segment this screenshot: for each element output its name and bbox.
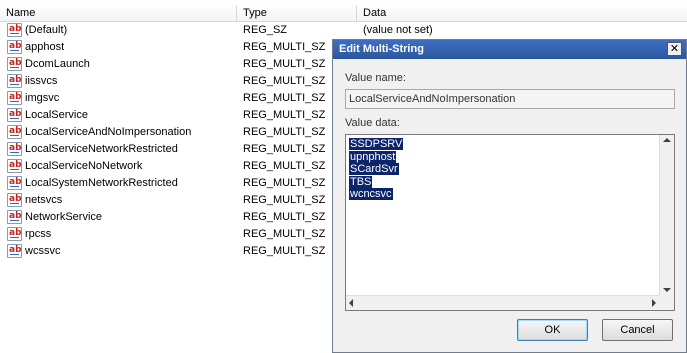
string-value-icon: ab bbox=[7, 142, 22, 156]
value-name: LocalService bbox=[25, 109, 88, 121]
scroll-up-icon[interactable] bbox=[663, 138, 671, 142]
value-name: (Default) bbox=[25, 24, 68, 36]
value-name: LocalServiceAndNoImpersonation bbox=[25, 126, 192, 138]
string-value-icon: ab bbox=[7, 244, 22, 258]
dialog-title: Edit Multi-String bbox=[339, 43, 424, 55]
value-name: netsvcs bbox=[25, 194, 63, 206]
value-type: REG_MULTI_SZ bbox=[243, 177, 326, 189]
selected-text: upnphost bbox=[349, 150, 397, 163]
selected-text: wcncsvc bbox=[349, 188, 393, 201]
list-header: Name Type Data bbox=[0, 5, 687, 22]
string-value-icon: ab bbox=[7, 57, 22, 71]
value-type: REG_MULTI_SZ bbox=[243, 41, 326, 53]
value-type: REG_MULTI_SZ bbox=[243, 143, 326, 155]
value-data: (value not set) bbox=[363, 24, 433, 36]
vertical-scrollbar[interactable] bbox=[659, 135, 674, 295]
string-value-icon: ab bbox=[7, 23, 22, 37]
list-item[interactable]: ab (Default) REG_SZ (value not set) bbox=[0, 22, 687, 39]
value-data-line: wcncsvc bbox=[349, 188, 403, 201]
column-header-name[interactable]: Name bbox=[0, 5, 237, 21]
value-data-line: SSDPSRV bbox=[349, 138, 404, 150]
value-type: REG_MULTI_SZ bbox=[243, 211, 326, 223]
value-type: REG_SZ bbox=[243, 24, 288, 36]
string-value-icon: ab bbox=[7, 193, 22, 207]
value-name: rpcss bbox=[25, 228, 52, 240]
scrollbar-corner bbox=[659, 295, 674, 310]
value-data-line: TBS bbox=[349, 175, 403, 188]
scroll-down-icon[interactable] bbox=[663, 288, 671, 292]
ok-button[interactable]: OK bbox=[517, 319, 588, 341]
cancel-button[interactable]: Cancel bbox=[602, 319, 673, 341]
selected-text: SSDPSRV bbox=[349, 138, 404, 150]
scroll-left-icon[interactable] bbox=[349, 299, 353, 307]
value-type: REG_MULTI_SZ bbox=[243, 126, 326, 138]
value-type: REG_MULTI_SZ bbox=[243, 245, 326, 257]
value-data-lines: SSDPSRV upnphost SCardSvr TBS wcncsvc bbox=[349, 138, 404, 201]
dialog-title-bar[interactable]: Edit Multi-String ✕ bbox=[333, 40, 686, 59]
value-type: REG_MULTI_SZ bbox=[243, 58, 326, 70]
scroll-right-icon[interactable] bbox=[652, 299, 656, 307]
value-name: LocalSystemNetworkRestricted bbox=[25, 177, 178, 189]
value-type: REG_MULTI_SZ bbox=[243, 75, 326, 87]
value-data-line: upnphost bbox=[349, 150, 403, 163]
column-header-type[interactable]: Type bbox=[237, 5, 357, 21]
value-name: imgsvc bbox=[25, 92, 60, 104]
value-type: REG_MULTI_SZ bbox=[243, 160, 326, 172]
string-value-icon: ab bbox=[7, 108, 22, 122]
string-value-icon: ab bbox=[7, 125, 22, 139]
string-value-icon: ab bbox=[7, 176, 22, 190]
value-type: REG_MULTI_SZ bbox=[243, 109, 326, 121]
value-name-label: Value name: bbox=[345, 72, 406, 84]
string-value-icon: ab bbox=[7, 74, 22, 88]
string-value-icon: ab bbox=[7, 91, 22, 105]
value-type: REG_MULTI_SZ bbox=[243, 194, 326, 206]
value-data-label: Value data: bbox=[345, 117, 400, 129]
value-name: apphost bbox=[25, 41, 65, 53]
value-data-line: SCardSvr bbox=[349, 163, 403, 176]
value-data-textarea[interactable]: SSDPSRV upnphost SCardSvr TBS wcncsvc bbox=[345, 134, 675, 311]
value-name: LocalServiceNetworkRestricted bbox=[25, 143, 178, 155]
selected-text: TBS bbox=[349, 175, 373, 188]
column-header-data[interactable]: Data bbox=[357, 5, 687, 21]
string-value-icon: ab bbox=[7, 210, 22, 224]
value-name: LocalServiceNoNetwork bbox=[25, 160, 143, 172]
edit-multi-string-dialog: Edit Multi-String ✕ Value name: LocalSer… bbox=[332, 39, 687, 353]
value-name: wcssvc bbox=[25, 245, 61, 257]
string-value-icon: ab bbox=[7, 159, 22, 173]
value-name: iissvcs bbox=[25, 75, 58, 87]
value-type: REG_MULTI_SZ bbox=[243, 228, 326, 240]
close-button[interactable]: ✕ bbox=[667, 42, 682, 56]
value-name: DcomLaunch bbox=[25, 58, 90, 70]
horizontal-scrollbar[interactable] bbox=[346, 295, 659, 310]
string-value-icon: ab bbox=[7, 40, 22, 54]
value-name: NetworkService bbox=[25, 211, 103, 223]
string-value-icon: ab bbox=[7, 227, 22, 241]
value-name-field[interactable]: LocalServiceAndNoImpersonation bbox=[345, 89, 675, 109]
selected-text: SCardSvr bbox=[349, 163, 399, 176]
value-type: REG_MULTI_SZ bbox=[243, 92, 326, 104]
close-icon: ✕ bbox=[669, 43, 680, 55]
